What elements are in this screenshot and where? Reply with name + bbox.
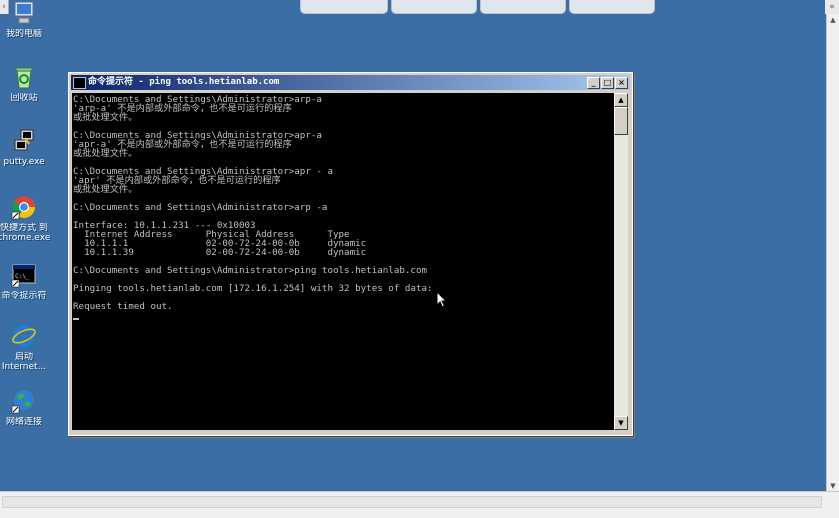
desktop-icon-label: 启动 [14, 352, 33, 362]
mouse-cursor-icon [436, 290, 448, 312]
recycle-bin-icon [11, 64, 37, 90]
desktop-icon-label: putty.exe [3, 157, 45, 167]
console-line [73, 311, 614, 320]
desktop-icon-cmd[interactable]: C:\_ 命令提示符 [0, 262, 52, 301]
internet-explorer-icon [11, 323, 37, 349]
console-line: 'apr' 不是内部或外部命令，也不是可运行的程序 [73, 175, 281, 186]
console-line: 10.1.1.39 02-00-72-24-00-0b dynamic [73, 247, 367, 258]
desktop-icon-chrome[interactable]: 快捷方式 到 chrome.exe [0, 194, 52, 243]
scroll-down-button[interactable]: ▼ [614, 416, 628, 430]
computer-icon [11, 0, 37, 26]
desktop-icon-ie[interactable]: 启动 Internet... [0, 323, 52, 372]
console-line: 或批处理文件。 [73, 184, 138, 195]
putty-icon [11, 128, 37, 154]
chrome-icon [11, 194, 37, 220]
scroll-up-button[interactable]: ▲ [614, 93, 628, 107]
arrow-up-icon: ▲ [618, 96, 624, 104]
toolbar-tab-3[interactable] [480, 0, 566, 14]
right-collapse-button[interactable]: « [825, 0, 839, 14]
console-line: 'arp-a' 不是内部或外部命令，也不是可运行的程序 [73, 103, 292, 114]
desktop-icon-label: 回收站 [10, 93, 38, 103]
console-line: C:\Documents and Settings\Administrator>… [73, 265, 428, 276]
console-line: C:\Documents and Settings\Administrator>… [73, 202, 328, 213]
horizontal-scroll-thumb[interactable] [3, 497, 821, 507]
bottom-bar [0, 491, 839, 518]
desktop-icon-my-computer[interactable]: 我的电脑 [0, 0, 52, 39]
text-cursor [73, 318, 79, 320]
page-vertical-scrollbar[interactable]: ▲ ▼ [826, 14, 839, 492]
desktop-icon-label: 我的电脑 [5, 29, 42, 39]
toolbar-tab-1[interactable] [300, 0, 388, 14]
svg-text:C:\_: C:\_ [15, 273, 30, 280]
console-line: 或批处理文件。 [73, 112, 138, 123]
maximize-icon: □ [603, 78, 612, 87]
scroll-up-icon[interactable]: ▲ [827, 14, 839, 26]
desktop-icon-network[interactable]: 网络连接 [0, 388, 52, 427]
close-icon: × [618, 78, 625, 87]
toolbar-tab-2[interactable] [391, 0, 477, 14]
desktop-icon-label: 快捷方式 到 [0, 223, 48, 233]
toolbar-tab-4[interactable] [569, 0, 655, 14]
window-titlebar[interactable]: 命令提示符 - ping tools.hetianlab.com _ □ × [71, 75, 630, 90]
desktop-icon-label-line2: Internet... [1, 362, 47, 372]
console-vertical-scrollbar[interactable]: ▲ ▼ [614, 93, 628, 430]
console-output[interactable]: C:\Documents and Settings\Administrator>… [72, 93, 614, 430]
desktop-icon-label-line2: chrome.exe [0, 233, 51, 243]
command-prompt-window[interactable]: 命令提示符 - ping tools.hetianlab.com _ □ × C… [68, 72, 633, 436]
desktop-icon-recycle-bin[interactable]: 回收站 [0, 64, 52, 103]
top-toolbar [300, 0, 655, 14]
minimize-icon: _ [591, 78, 596, 87]
network-globe-icon [11, 388, 37, 414]
arrow-down-icon: ▼ [618, 419, 624, 427]
command-prompt-icon: C:\_ [11, 262, 37, 288]
horizontal-scrollbar[interactable] [2, 496, 822, 508]
scroll-thumb[interactable] [614, 107, 628, 135]
window-title: 命令提示符 - ping tools.hetianlab.com [88, 77, 280, 87]
console-line: Pinging tools.hetianlab.com [172.16.1.25… [73, 283, 433, 294]
console-line: 或批处理文件。 [73, 148, 138, 159]
desktop-icon-label: 命令提示符 [1, 291, 47, 301]
desktop-icon-label: 网络连接 [5, 417, 42, 427]
console-line: 'apr-a' 不是内部或外部命令，也不是可运行的程序 [73, 139, 292, 150]
console-line: Request timed out. [73, 301, 173, 312]
cmd-window-icon [73, 77, 86, 89]
maximize-button[interactable]: □ [601, 77, 614, 89]
minimize-button[interactable]: _ [587, 77, 600, 89]
double-chevron-left-icon: « [829, 2, 835, 12]
close-button[interactable]: × [615, 77, 628, 89]
desktop-icon-putty[interactable]: putty.exe [0, 128, 52, 167]
